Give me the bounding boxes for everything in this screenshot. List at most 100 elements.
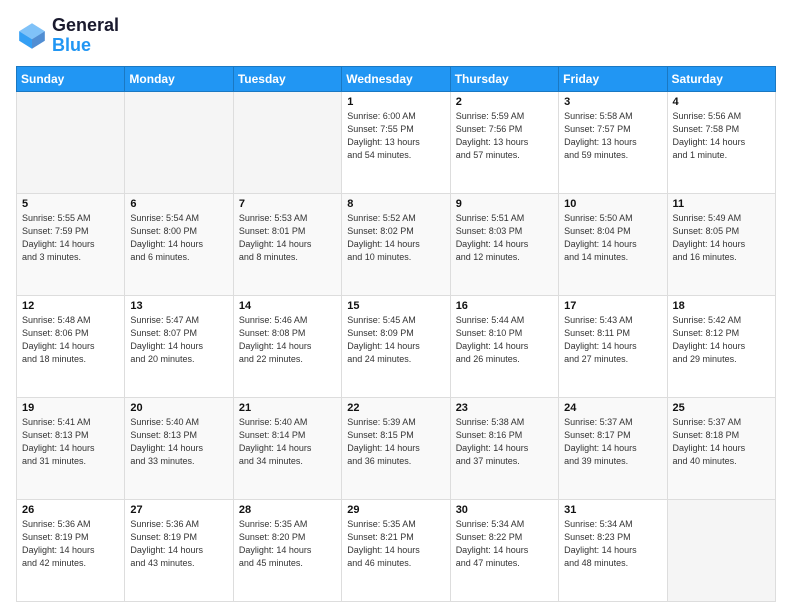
day-number: 11 xyxy=(673,198,770,210)
calendar-cell: 26 Sunrise: 5:36 AM Sunset: 8:19 PM Dayli… xyxy=(17,499,125,601)
calendar-cell: 13Sunrise: 5:47 AM Sunset: 8:07 PM Dayli… xyxy=(125,295,233,397)
calendar-header-wednesday: Wednesday xyxy=(342,66,450,91)
day-info: Sunrise: 5:52 AM Sunset: 8:02 PM Dayligh… xyxy=(347,212,444,264)
calendar-week-5: 26 Sunrise: 5:36 AM Sunset: 8:19 PM Dayli… xyxy=(17,499,776,601)
calendar-header-thursday: Thursday xyxy=(450,66,558,91)
day-info: Sunrise: 6:00 AM Sunset: 7:55 PM Dayligh… xyxy=(347,110,444,162)
calendar-cell xyxy=(125,91,233,193)
day-number: 6 xyxy=(130,198,227,210)
calendar-cell xyxy=(17,91,125,193)
calendar-cell: 21 Sunrise: 5:40 AM Sunset: 8:14 PM Dayli… xyxy=(233,397,341,499)
calendar-cell: 4Sunrise: 5:56 AM Sunset: 7:58 PM Daylig… xyxy=(667,91,775,193)
day-number: 14 xyxy=(239,300,336,312)
calendar-cell xyxy=(667,499,775,601)
calendar-week-3: 12 Sunrise: 5:48 AM Sunset: 8:06 PM Dayli… xyxy=(17,295,776,397)
calendar-header-saturday: Saturday xyxy=(667,66,775,91)
calendar-week-2: 5 Sunrise: 5:55 AM Sunset: 7:59 PM Daylig… xyxy=(17,193,776,295)
calendar-cell: 15Sunrise: 5:45 AM Sunset: 8:09 PM Dayli… xyxy=(342,295,450,397)
day-number: 9 xyxy=(456,198,553,210)
calendar-cell: 27 Sunrise: 5:36 AM Sunset: 8:19 PM Dayli… xyxy=(125,499,233,601)
calendar-cell: 12 Sunrise: 5:48 AM Sunset: 8:06 PM Dayli… xyxy=(17,295,125,397)
calendar-header-friday: Friday xyxy=(559,66,667,91)
day-number: 28 xyxy=(239,504,336,516)
day-number: 13 xyxy=(130,300,227,312)
calendar-week-4: 19 Sunrise: 5:41 AM Sunset: 8:13 PM Dayli… xyxy=(17,397,776,499)
day-number: 10 xyxy=(564,198,661,210)
day-number: 3 xyxy=(564,96,661,108)
calendar-cell: 7 Sunrise: 5:53 AM Sunset: 8:01 PM Daylig… xyxy=(233,193,341,295)
calendar-cell: 5 Sunrise: 5:55 AM Sunset: 7:59 PM Daylig… xyxy=(17,193,125,295)
calendar-header-tuesday: Tuesday xyxy=(233,66,341,91)
calendar-cell: 23 Sunrise: 5:38 AM Sunset: 8:16 PM Dayli… xyxy=(450,397,558,499)
day-info: Sunrise: 5:37 AM Sunset: 8:18 PM Dayligh… xyxy=(673,416,770,468)
calendar-cell: 29 Sunrise: 5:35 AM Sunset: 8:21 PM Dayli… xyxy=(342,499,450,601)
calendar-cell: 18 Sunrise: 5:42 AM Sunset: 8:12 PM Dayli… xyxy=(667,295,775,397)
day-number: 27 xyxy=(130,504,227,516)
day-number: 19 xyxy=(22,402,119,414)
calendar-cell: 20Sunrise: 5:40 AM Sunset: 8:13 PM Dayli… xyxy=(125,397,233,499)
day-info: Sunrise: 5:34 AM Sunset: 8:23 PM Dayligh… xyxy=(564,518,661,570)
day-number: 24 xyxy=(564,402,661,414)
day-info: Sunrise: 5:40 AM Sunset: 8:14 PM Dayligh… xyxy=(239,416,336,468)
calendar-cell: 16Sunrise: 5:44 AM Sunset: 8:10 PM Dayli… xyxy=(450,295,558,397)
day-info: Sunrise: 5:58 AM Sunset: 7:57 PM Dayligh… xyxy=(564,110,661,162)
day-number: 1 xyxy=(347,96,444,108)
calendar-cell: 8Sunrise: 5:52 AM Sunset: 8:02 PM Daylig… xyxy=(342,193,450,295)
day-info: Sunrise: 5:46 AM Sunset: 8:08 PM Dayligh… xyxy=(239,314,336,366)
day-info: Sunrise: 5:35 AM Sunset: 8:21 PM Dayligh… xyxy=(347,518,444,570)
header: General Blue xyxy=(16,16,776,56)
day-number: 4 xyxy=(673,96,770,108)
day-number: 25 xyxy=(673,402,770,414)
day-number: 26 xyxy=(22,504,119,516)
day-info: Sunrise: 5:59 AM Sunset: 7:56 PM Dayligh… xyxy=(456,110,553,162)
day-info: Sunrise: 5:55 AM Sunset: 7:59 PM Dayligh… xyxy=(22,212,119,264)
day-number: 18 xyxy=(673,300,770,312)
logo-text: General Blue xyxy=(52,16,119,56)
day-info: Sunrise: 5:35 AM Sunset: 8:20 PM Dayligh… xyxy=(239,518,336,570)
calendar-cell: 17 Sunrise: 5:43 AM Sunset: 8:11 PM Dayli… xyxy=(559,295,667,397)
day-number: 12 xyxy=(22,300,119,312)
day-number: 23 xyxy=(456,402,553,414)
day-info: Sunrise: 5:36 AM Sunset: 8:19 PM Dayligh… xyxy=(22,518,119,570)
day-info: Sunrise: 5:37 AM Sunset: 8:17 PM Dayligh… xyxy=(564,416,661,468)
day-info: Sunrise: 5:38 AM Sunset: 8:16 PM Dayligh… xyxy=(456,416,553,468)
calendar-cell: 6 Sunrise: 5:54 AM Sunset: 8:00 PM Daylig… xyxy=(125,193,233,295)
page: General Blue SundayMondayTuesdayWednesda… xyxy=(0,0,792,612)
day-info: Sunrise: 5:41 AM Sunset: 8:13 PM Dayligh… xyxy=(22,416,119,468)
day-number: 30 xyxy=(456,504,553,516)
day-number: 15 xyxy=(347,300,444,312)
day-number: 21 xyxy=(239,402,336,414)
day-number: 29 xyxy=(347,504,444,516)
day-info: Sunrise: 5:36 AM Sunset: 8:19 PM Dayligh… xyxy=(130,518,227,570)
calendar-header-sunday: Sunday xyxy=(17,66,125,91)
day-info: Sunrise: 5:50 AM Sunset: 8:04 PM Dayligh… xyxy=(564,212,661,264)
calendar-cell: 11Sunrise: 5:49 AM Sunset: 8:05 PM Dayli… xyxy=(667,193,775,295)
day-info: Sunrise: 5:43 AM Sunset: 8:11 PM Dayligh… xyxy=(564,314,661,366)
day-number: 5 xyxy=(22,198,119,210)
calendar-table: SundayMondayTuesdayWednesdayThursdayFrid… xyxy=(16,66,776,602)
day-number: 20 xyxy=(130,402,227,414)
day-info: Sunrise: 5:53 AM Sunset: 8:01 PM Dayligh… xyxy=(239,212,336,264)
calendar-header-monday: Monday xyxy=(125,66,233,91)
day-info: Sunrise: 5:44 AM Sunset: 8:10 PM Dayligh… xyxy=(456,314,553,366)
logo: General Blue xyxy=(16,16,119,56)
day-info: Sunrise: 5:42 AM Sunset: 8:12 PM Dayligh… xyxy=(673,314,770,366)
calendar-cell: 22Sunrise: 5:39 AM Sunset: 8:15 PM Dayli… xyxy=(342,397,450,499)
day-info: Sunrise: 5:54 AM Sunset: 8:00 PM Dayligh… xyxy=(130,212,227,264)
calendar-cell: 10 Sunrise: 5:50 AM Sunset: 8:04 PM Dayli… xyxy=(559,193,667,295)
day-number: 31 xyxy=(564,504,661,516)
calendar-cell: 2 Sunrise: 5:59 AM Sunset: 7:56 PM Daylig… xyxy=(450,91,558,193)
calendar-cell xyxy=(233,91,341,193)
day-number: 7 xyxy=(239,198,336,210)
calendar-cell: 28 Sunrise: 5:35 AM Sunset: 8:20 PM Dayli… xyxy=(233,499,341,601)
calendar-week-1: 1 Sunrise: 6:00 AM Sunset: 7:55 PM Daylig… xyxy=(17,91,776,193)
day-info: Sunrise: 5:48 AM Sunset: 8:06 PM Dayligh… xyxy=(22,314,119,366)
calendar-cell: 24 Sunrise: 5:37 AM Sunset: 8:17 PM Dayli… xyxy=(559,397,667,499)
calendar-cell: 30 Sunrise: 5:34 AM Sunset: 8:22 PM Dayli… xyxy=(450,499,558,601)
day-info: Sunrise: 5:51 AM Sunset: 8:03 PM Dayligh… xyxy=(456,212,553,264)
calendar-cell: 19 Sunrise: 5:41 AM Sunset: 8:13 PM Dayli… xyxy=(17,397,125,499)
calendar-cell: 3 Sunrise: 5:58 AM Sunset: 7:57 PM Daylig… xyxy=(559,91,667,193)
day-info: Sunrise: 5:34 AM Sunset: 8:22 PM Dayligh… xyxy=(456,518,553,570)
day-number: 2 xyxy=(456,96,553,108)
day-number: 17 xyxy=(564,300,661,312)
